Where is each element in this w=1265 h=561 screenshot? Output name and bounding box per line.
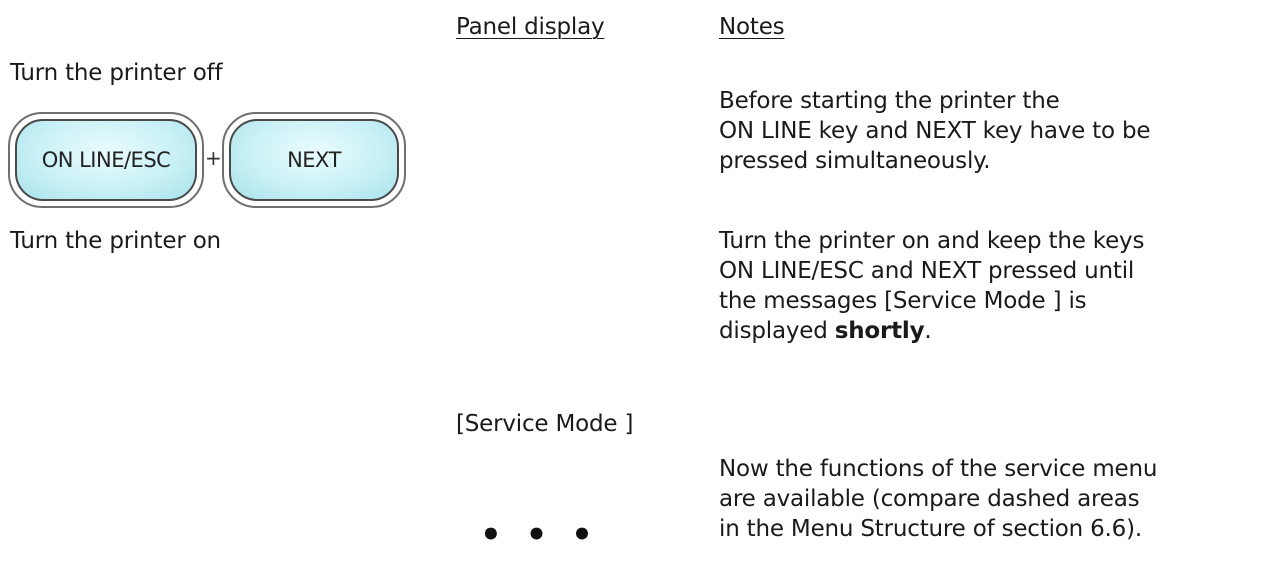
plus-sign: + — [205, 146, 222, 170]
note-line-last: displayed shortly. — [719, 316, 1144, 346]
online-esc-key-label: ON LINE/ESC — [15, 119, 197, 201]
note-line: are available (compare dashed areas — [719, 486, 1140, 512]
step-turn-printer-off: Turn the printer off — [10, 60, 223, 86]
notes-header: Notes — [719, 14, 785, 40]
panel-ellipsis: • • • — [480, 515, 599, 555]
note-line: Now the functions of the service menu — [719, 456, 1158, 482]
note-keep-keys-pressed: Turn the printer on and keep the keys ON… — [719, 226, 1144, 346]
note-line: in the Menu Structure of section 6.6). — [719, 516, 1142, 542]
note-emphasis: shortly — [834, 318, 925, 344]
note-line: ON LINE/ESC and NEXT pressed until — [719, 258, 1135, 284]
note-line: pressed simultaneously. — [719, 148, 991, 174]
note-suffix: . — [924, 318, 932, 344]
next-key-label: NEXT — [229, 119, 399, 201]
panel-service-mode: [Service Mode ] — [456, 411, 634, 437]
panel-display-header: Panel display — [456, 14, 605, 40]
step-turn-printer-on: Turn the printer on — [10, 228, 221, 254]
note-functions-available: Now the functions of the service menu ar… — [719, 454, 1157, 544]
note-line: Turn the printer on and keep the keys — [719, 228, 1145, 254]
note-line: ON LINE key and NEXT key have to be — [719, 118, 1151, 144]
next-key: NEXT — [222, 112, 406, 208]
online-esc-key: ON LINE/ESC — [8, 112, 204, 208]
note-line: Before starting the printer the — [719, 88, 1060, 114]
note-prefix: displayed — [719, 318, 835, 344]
note-line: the messages [Service Mode ] is — [719, 288, 1087, 314]
note-before-starting: Before starting the printer the ON LINE … — [719, 86, 1151, 176]
